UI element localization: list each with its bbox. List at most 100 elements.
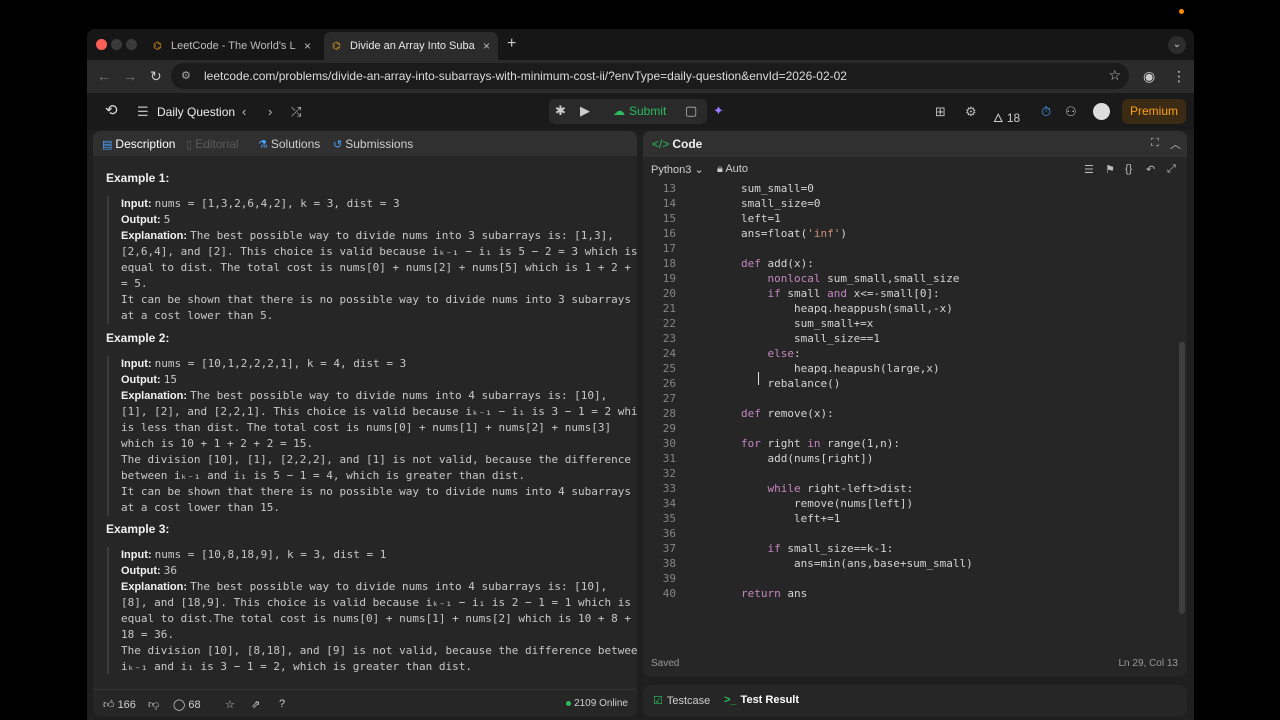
line-number: 32 bbox=[662, 467, 676, 480]
code-text: for right in range(1,n): bbox=[740, 437, 900, 450]
random-problem-icon[interactable]: ⤮ bbox=[291, 104, 301, 120]
tab-test-result[interactable]: >_ Test Result bbox=[724, 694, 799, 706]
code-line[interactable]: 16 ans=float('inf') bbox=[643, 226, 1179, 241]
prev-problem-icon[interactable]: ‹ bbox=[242, 104, 246, 119]
tab-testcase[interactable]: ☑ Testcase bbox=[653, 694, 710, 707]
add-friend-icon[interactable]: ⚇ bbox=[1065, 104, 1077, 120]
editor-scrollbar[interactable] bbox=[1179, 342, 1185, 614]
code-line[interactable]: 32 bbox=[643, 466, 1179, 481]
close-tab-icon[interactable]: × bbox=[304, 39, 311, 53]
fullscreen-icon[interactable]: ⤢ bbox=[1167, 163, 1176, 176]
ai-assistant-icon[interactable]: ✦ bbox=[713, 103, 724, 119]
code-line[interactable]: 35 left+=1 bbox=[643, 511, 1179, 526]
submit-button[interactable]: ☁ Submit bbox=[607, 99, 676, 124]
code-text: ans=min(ans,base+sum_small) bbox=[688, 557, 973, 570]
tab-search-chevron-icon[interactable]: ⌄ bbox=[1168, 36, 1186, 54]
avatar[interactable] bbox=[1093, 103, 1110, 120]
debug-icon[interactable]: ✱ bbox=[555, 103, 566, 119]
code-line[interactable]: 34 remove(nums[left]) bbox=[643, 496, 1179, 511]
layout-icon[interactable]: ⊞ bbox=[935, 104, 946, 120]
code-editor[interactable]: 13 sum_small=0 14 small_size=0 15 left=1 16… bbox=[643, 181, 1179, 651]
collapse-chevron-icon[interactable]: ︿ bbox=[1170, 136, 1181, 152]
auto-mode-toggle[interactable]: 🔒︎ Auto bbox=[717, 163, 748, 176]
code-line[interactable]: 39 bbox=[643, 571, 1179, 586]
code-line[interactable]: 13 sum_small=0 bbox=[643, 181, 1179, 196]
url-text[interactable]: leetcode.com/problems/divide-an-array-in… bbox=[204, 69, 847, 83]
back-icon[interactable]: ← bbox=[97, 68, 111, 84]
code-line[interactable]: 25 heapq.heapush(large,x) bbox=[643, 361, 1179, 376]
editor-toolbar: Python3 ⌄ 🔒︎ Auto ☰ ⚑ {} ↶ ⤢ bbox=[643, 158, 1187, 181]
dislike-icon[interactable]: 👎︎ bbox=[148, 698, 159, 711]
code-line[interactable]: 38 ans=min(ans,base+sum_small) bbox=[643, 556, 1179, 571]
code-line[interactable]: 20 if small and x<=-small[0]: bbox=[643, 286, 1179, 301]
code-line[interactable]: 28 def remove(x): bbox=[643, 406, 1179, 421]
format-icon[interactable]: ☰ bbox=[1084, 163, 1094, 176]
timer-icon[interactable]: ⏱ bbox=[1041, 104, 1051, 120]
address-bar[interactable]: ⚙ leetcode.com/problems/divide-an-array-… bbox=[171, 63, 1129, 89]
help-icon[interactable]: ? bbox=[279, 698, 285, 710]
browser-tab-problem[interactable]: ⌬ Divide an Array Into Subarrays With Mi… bbox=[324, 32, 498, 60]
code-line[interactable]: 23 small_size==1 bbox=[643, 331, 1179, 346]
leetcode-logo-icon[interactable]: ⟲ bbox=[105, 101, 118, 119]
browser-menu-icon[interactable]: ⋮ bbox=[1172, 68, 1186, 85]
language-select[interactable]: Python3 ⌄ bbox=[651, 163, 704, 176]
favorite-star-icon[interactable]: ☆ bbox=[225, 698, 235, 711]
streak-counter[interactable]: 🜂 18 bbox=[993, 104, 1020, 129]
code-line[interactable]: 27 bbox=[643, 391, 1179, 406]
code-line[interactable]: 14 small_size=0 bbox=[643, 196, 1179, 211]
test-panel-bar: ☑ Testcase >_ Test Result bbox=[643, 685, 1187, 717]
close-tab-icon[interactable]: × bbox=[483, 39, 490, 53]
code-line[interactable]: 24 else: bbox=[643, 346, 1179, 361]
comments-button[interactable]: ◯ 68 bbox=[173, 698, 201, 711]
premium-button[interactable]: Premium bbox=[1122, 99, 1186, 124]
code-line[interactable]: 22 sum_small+=x bbox=[643, 316, 1179, 331]
cursor-position: Ln 29, Col 13 bbox=[1118, 658, 1179, 669]
code-line[interactable]: 26 rebalance() bbox=[643, 376, 1179, 391]
code-line[interactable]: 40 return ans bbox=[643, 586, 1179, 601]
code-line[interactable]: 37 if small_size==k-1: bbox=[643, 541, 1179, 556]
streak-count: 18 bbox=[1006, 111, 1021, 125]
code-line[interactable]: 21 heapq.heappush(small,-x) bbox=[643, 301, 1179, 316]
profile-icon[interactable]: ◉ bbox=[1143, 68, 1155, 85]
reload-icon[interactable]: ↻ bbox=[150, 68, 162, 85]
problem-list-icon[interactable]: ☰ bbox=[137, 104, 149, 120]
bookmark-icon[interactable]: ⚑ bbox=[1105, 163, 1115, 176]
reset-icon[interactable]: ↶ bbox=[1146, 163, 1155, 176]
tab-description[interactable]: ▤ Description bbox=[102, 137, 175, 151]
tab-bar: ⌬ LeetCode - The World's Leading × ⌬ Div… bbox=[87, 29, 1194, 60]
notes-icon[interactable]: ▢ bbox=[685, 103, 697, 119]
braces-icon[interactable]: {} bbox=[1125, 163, 1132, 175]
code-text: sum_small+=x bbox=[688, 317, 874, 330]
tab-submissions[interactable]: ↺ Submissions bbox=[333, 137, 413, 151]
code-line[interactable]: 36 bbox=[643, 526, 1179, 541]
close-window-button[interactable] bbox=[96, 39, 107, 50]
tab-editorial[interactable]: ▯ Editorial bbox=[186, 137, 238, 151]
code-line[interactable]: 19 nonlocal sum_small,small_size bbox=[643, 271, 1179, 286]
description-panel: ▤ Description ▯ Editorial ⚗ Solutions ↺ Subm… bbox=[93, 131, 637, 717]
maximize-icon[interactable]: ⛶ bbox=[1151, 137, 1159, 150]
minimize-window-button[interactable] bbox=[111, 39, 122, 50]
browser-tab-leetcode[interactable]: ⌬ LeetCode - The World's Leading × bbox=[145, 32, 319, 60]
tab-solutions[interactable]: ⚗ Solutions bbox=[258, 137, 320, 151]
forward-icon[interactable]: → bbox=[123, 68, 137, 84]
code-line[interactable]: 31 add(nums[right]) bbox=[643, 451, 1179, 466]
site-info-icon[interactable]: ⚙ bbox=[181, 69, 191, 82]
share-icon[interactable]: ⇗ bbox=[251, 698, 260, 711]
code-line[interactable]: 15 left=1 bbox=[643, 211, 1179, 226]
problem-list-title[interactable]: Daily Question bbox=[157, 105, 235, 119]
code-line[interactable]: 29 bbox=[643, 421, 1179, 436]
explanation-text: The best possible way to divide nums int… bbox=[121, 389, 637, 514]
next-problem-icon[interactable]: › bbox=[268, 104, 272, 119]
code-line[interactable]: 17 bbox=[643, 241, 1179, 256]
bookmark-star-icon[interactable]: ☆ bbox=[1108, 67, 1121, 84]
code-line[interactable]: 30 for right in range(1,n): bbox=[643, 436, 1179, 451]
code-line[interactable]: 33 while right-left>dist: bbox=[643, 481, 1179, 496]
settings-gear-icon[interactable]: ⚙ bbox=[965, 104, 977, 120]
zoom-window-button[interactable] bbox=[126, 39, 137, 50]
explanation-label: Explanation: bbox=[121, 581, 188, 593]
run-play-icon[interactable]: ▶ bbox=[580, 103, 590, 119]
code-line[interactable]: 18 def add(x): bbox=[643, 256, 1179, 271]
terminal-icon: >_ bbox=[724, 694, 737, 706]
like-button[interactable]: 👍︎ 166 bbox=[103, 698, 136, 711]
new-tab-icon[interactable]: + bbox=[507, 35, 516, 53]
